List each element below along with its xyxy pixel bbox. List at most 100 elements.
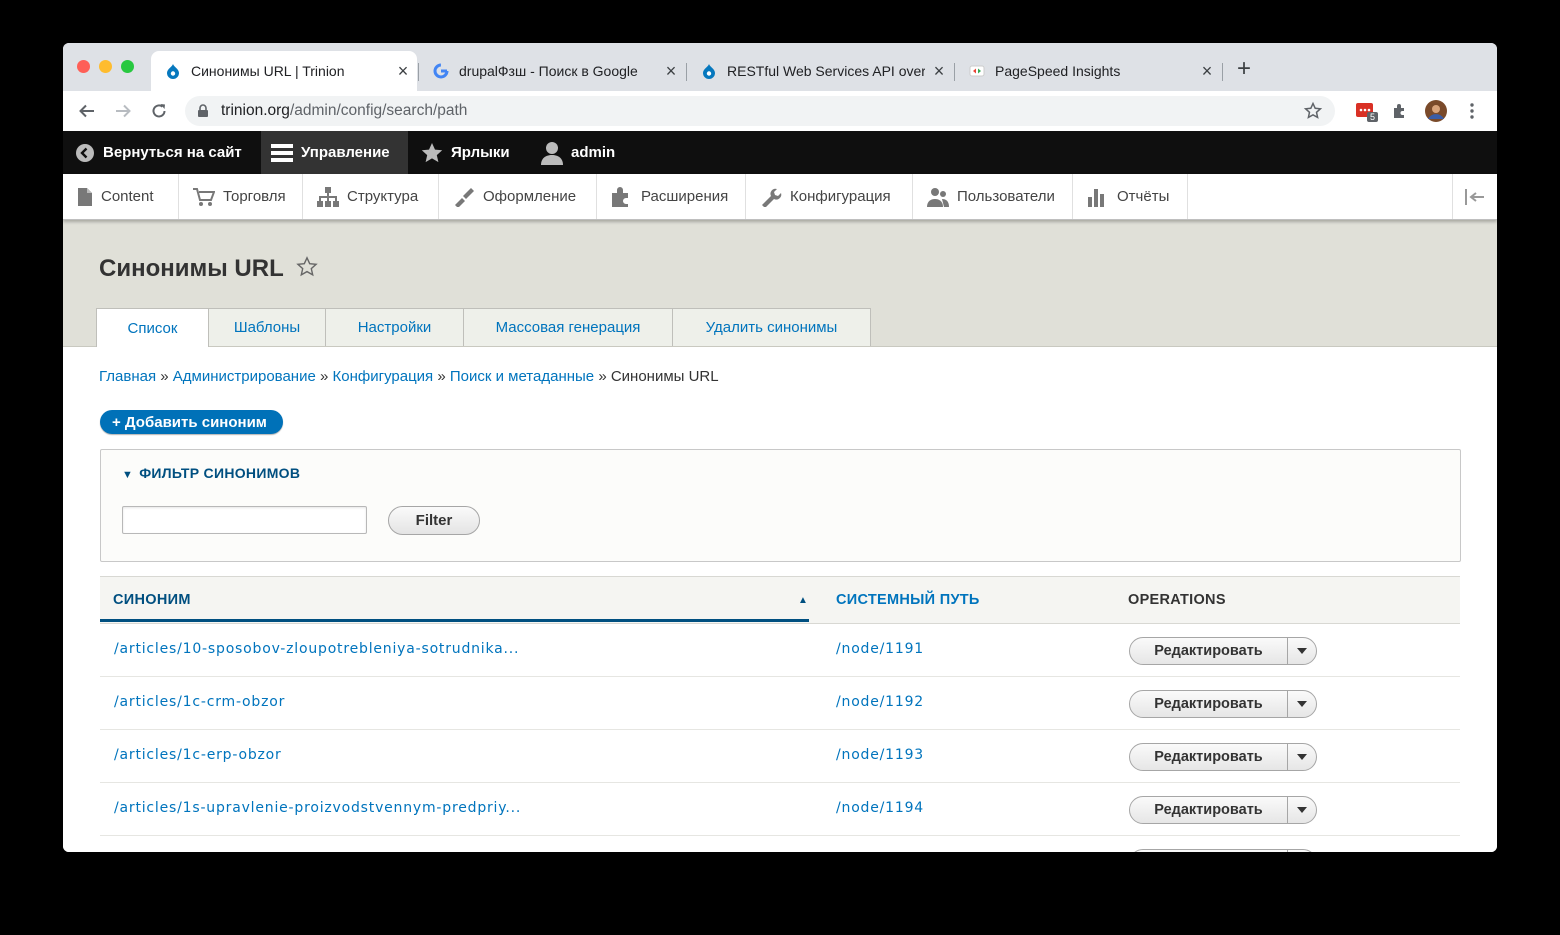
tab-list[interactable]: Список [96, 308, 209, 347]
tab-title: PageSpeed Insights [995, 63, 1121, 79]
browser-tab-4[interactable]: PageSpeed Insights × [955, 51, 1221, 91]
close-window-button[interactable] [77, 60, 90, 73]
menu-item-structure[interactable]: Структура [303, 174, 439, 219]
menu-item-content[interactable]: Content [63, 174, 179, 219]
breadcrumb-current: Синонимы URL [610, 368, 719, 385]
caret-down-icon [1297, 754, 1307, 760]
address-bar[interactable]: trinion.org/admin/config/search/path [185, 96, 1335, 126]
filter-alias-input[interactable] [122, 506, 367, 534]
browser-tab-2[interactable]: drupalФзш - Поиск в Google × [419, 51, 685, 91]
manage-toggle[interactable]: Управление [261, 131, 408, 174]
lock-icon [198, 104, 208, 117]
system-path-link[interactable]: /node/1194 [836, 800, 924, 816]
browser-toolbar: trinion.org/admin/config/search/path 5 [63, 91, 1497, 132]
tab-delete-aliases[interactable]: Удалить синонимы [673, 308, 871, 346]
alias-link[interactable]: /articles/1s-upravlenie-proizvodstvennym… [114, 800, 521, 816]
alias-link[interactable]: /articles/1c-erp-obzor [114, 747, 282, 763]
menu-item-configuration[interactable]: Конфигурация [746, 174, 913, 219]
dropbutton-toggle[interactable] [1288, 638, 1316, 664]
bookmark-star-icon[interactable] [1303, 101, 1323, 121]
filter-button[interactable]: Filter [388, 506, 480, 535]
extension-badge: 5 [1367, 112, 1379, 122]
reload-button[interactable] [146, 98, 172, 124]
column-alias-header[interactable]: СИНОНИМ [113, 592, 191, 608]
bar-chart-icon [1088, 188, 1104, 207]
main-content: Главная » Администрирование » Конфигурац… [63, 347, 1497, 852]
breadcrumb-home[interactable]: Главная [99, 368, 156, 385]
back-button[interactable] [74, 98, 100, 124]
puzzle-icon [1394, 104, 1404, 118]
arrow-right-icon [116, 104, 131, 118]
user-toggle[interactable]: admin [541, 131, 651, 174]
filter-toggle[interactable]: ▼ ФИЛЬТР СИНОНИМОВ [122, 465, 300, 481]
alias-link[interactable]: /articles/1c-crm-obzor [114, 694, 285, 710]
system-path-link[interactable]: /node/1192 [836, 694, 924, 710]
tab-bulk-generate[interactable]: Массовая генерация [464, 308, 673, 346]
filter-fieldset: ▼ ФИЛЬТР СИНОНИМОВ Filter [100, 449, 1461, 562]
edit-button[interactable]: Редактировать [1130, 744, 1288, 770]
edit-button[interactable]: Редактировать [1130, 797, 1288, 823]
table-row: /articles/1s-upravlenie-proizvodstvennym… [100, 783, 1460, 836]
operations-dropbutton: Редактировать [1129, 637, 1317, 665]
system-path-link[interactable]: /node/1191 [836, 641, 924, 657]
close-tab-icon[interactable]: × [1193, 61, 1221, 82]
browser-tab-3[interactable]: RESTful Web Services API over × [687, 51, 953, 91]
puzzle-icon [612, 186, 628, 207]
google-icon [433, 63, 449, 79]
close-tab-icon[interactable]: × [925, 61, 953, 82]
column-system-path-header[interactable]: СИСТЕМНЫЙ ПУТЬ [836, 592, 980, 608]
dropbutton-toggle[interactable] [1288, 850, 1316, 852]
dropbutton-toggle[interactable] [1288, 744, 1316, 770]
system-path-link[interactable]: /node/1193 [836, 747, 924, 763]
tab-patterns[interactable]: Шаблоны [209, 308, 326, 346]
profile-avatar[interactable] [1425, 100, 1447, 122]
menu-item-extend[interactable]: Расширения [597, 174, 746, 219]
sort-ascending-icon: ▲ [798, 595, 809, 606]
shortcuts-toggle[interactable]: Ярлыки [421, 131, 531, 174]
table-row: /articles/10-sposobov-zloupotrebleniya-s… [100, 624, 1460, 677]
forward-button[interactable] [110, 98, 136, 124]
page-title: Синонимы URL [99, 255, 284, 282]
caret-down-icon [1297, 701, 1307, 707]
tab-settings[interactable]: Настройки [326, 308, 464, 346]
tab-strip: Синонимы URL | Trinion × drupalФзш - Пои… [63, 43, 1497, 91]
breadcrumb: Главная » Администрирование » Конфигурац… [99, 368, 719, 385]
browser-tab-1[interactable]: Синонимы URL | Trinion × [151, 51, 417, 91]
extension-button[interactable]: 5 [1355, 100, 1379, 122]
close-tab-icon[interactable]: × [389, 61, 417, 82]
menu-item-commerce[interactable]: Торговля [179, 174, 303, 219]
dropbutton-toggle[interactable] [1288, 797, 1316, 823]
drupal-icon [165, 63, 181, 79]
drupal-admin-toolbar: Вернуться на сайт Управление Ярлыки admi… [63, 131, 1497, 174]
operations-dropbutton [1129, 849, 1317, 852]
close-tab-icon[interactable]: × [657, 61, 685, 82]
alias-link[interactable]: /articles/10-sposobov-zloupotrebleniya-s… [114, 641, 519, 657]
extensions-menu-button[interactable] [1389, 100, 1411, 122]
breadcrumb-admin[interactable]: Администрирование [173, 368, 316, 385]
menu-item-people[interactable]: Пользователи [913, 174, 1073, 219]
dropbutton-toggle[interactable] [1288, 691, 1316, 717]
edit-button[interactable]: Редактировать [1130, 691, 1288, 717]
menu-item-reports[interactable]: Отчёты [1073, 174, 1188, 219]
user-icon [541, 141, 563, 165]
table-row: /articles/1c-crm-obzor /node/1192 Редакт… [100, 677, 1460, 730]
tab-title: Синонимы URL | Trinion [191, 63, 345, 79]
zoom-window-button[interactable] [121, 60, 134, 73]
structure-icon [317, 186, 339, 207]
new-tab-button[interactable]: + [1237, 57, 1251, 81]
back-to-site-link[interactable]: Вернуться на сайт [63, 131, 259, 174]
browser-menu-button[interactable] [1461, 100, 1483, 122]
add-alias-button[interactable]: + Добавить синоним [100, 410, 283, 434]
edit-button[interactable]: Редактировать [1130, 638, 1288, 664]
shortcut-star-icon[interactable] [296, 256, 318, 278]
brush-icon [455, 187, 474, 207]
minimize-window-button[interactable] [99, 60, 112, 73]
orientation-toggle[interactable] [1452, 174, 1497, 219]
edit-button[interactable] [1130, 850, 1288, 852]
operations-dropbutton: Редактировать [1129, 690, 1317, 718]
breadcrumb-search-meta[interactable]: Поиск и метаданные [450, 368, 594, 385]
breadcrumb-config[interactable]: Конфигурация [333, 368, 434, 385]
menu-item-appearance[interactable]: Оформление [439, 174, 597, 219]
reload-icon [152, 104, 166, 118]
table-row: /articles/1c-erp-obzor /node/1193 Редакт… [100, 730, 1460, 783]
